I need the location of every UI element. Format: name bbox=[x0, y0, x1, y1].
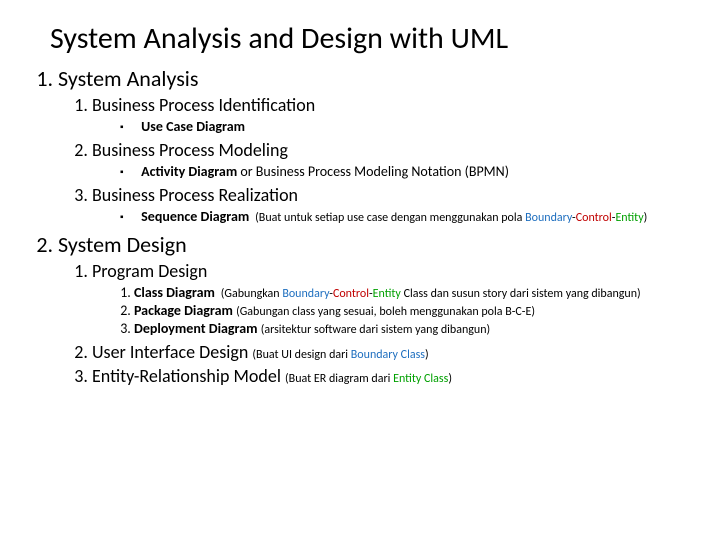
section-system-analysis: System Analysis Business Process Identif… bbox=[58, 65, 690, 225]
paren-pre: (Buat UI design dari bbox=[252, 348, 350, 362]
bce-control: Control bbox=[333, 287, 369, 301]
bullet-activity: Activity Diagram or Business Process Mod… bbox=[120, 163, 690, 180]
bullet-strong: Use Case Diagram bbox=[141, 118, 245, 135]
paren-pre: (Buat untuk setiap use case dengan mengg… bbox=[255, 211, 525, 225]
item-er-model: Entity-Relationship Model (Buat ER diagr… bbox=[92, 365, 690, 387]
bpi-bullets: Use Case Diagram bbox=[92, 118, 690, 135]
paren-post: Class dan susun story dari sistem yang d… bbox=[401, 287, 641, 301]
bpm-bullets: Activity Diagram or Business Process Mod… bbox=[92, 163, 690, 180]
pd-strong: Package Diagram bbox=[134, 302, 233, 319]
design-items: Program Design Class Diagram (Gabungkan … bbox=[58, 260, 690, 387]
bullet-rest: or Business Process Modeling Notation (B… bbox=[237, 163, 509, 180]
inline-link: Entity Class bbox=[393, 372, 448, 386]
paren-pre: (Buat ER diagram dari bbox=[285, 372, 393, 386]
bullet-paren: (Buat untuk setiap use case dengan mengg… bbox=[252, 211, 647, 225]
bce-entity: Entity bbox=[615, 211, 643, 225]
item-bpm: Business Process Modeling Activity Diagr… bbox=[92, 139, 690, 180]
bce-entity: Entity bbox=[373, 287, 401, 301]
inline-paren: (Buat UI design dari Boundary Class) bbox=[252, 348, 428, 362]
pd-paren: (Gabungan class yang sesuai, boleh mengg… bbox=[236, 305, 535, 319]
section-label: System Design bbox=[58, 231, 187, 258]
pd-strong: Deployment Diagram bbox=[134, 320, 258, 337]
item-label: User Interface Design bbox=[92, 341, 248, 363]
bce-boundary: Boundary bbox=[525, 211, 572, 225]
analysis-items: Business Process Identification Use Case… bbox=[58, 94, 690, 225]
bullet-usecase: Use Case Diagram bbox=[120, 118, 690, 135]
bullet-sequence: Sequence Diagram (Buat untuk setiap use … bbox=[120, 208, 690, 225]
item-ui-design: User Interface Design (Buat UI design da… bbox=[92, 341, 690, 363]
item-label: Entity-Relationship Model bbox=[92, 365, 281, 387]
bce-control: Control bbox=[576, 211, 612, 225]
pd-package-diagram: Package Diagram (Gabungan class yang ses… bbox=[134, 302, 690, 319]
paren-post: ) bbox=[425, 348, 429, 362]
section-system-design: System Design Program Design Class Diagr… bbox=[58, 231, 690, 387]
item-label: Program Design bbox=[92, 260, 207, 282]
program-design-list: Class Diagram (Gabungkan Boundary-Contro… bbox=[92, 284, 690, 337]
inline-link: Boundary Class bbox=[351, 348, 425, 362]
item-bpi: Business Process Identification Use Case… bbox=[92, 94, 690, 135]
bpr-bullets: Sequence Diagram (Buat untuk setiap use … bbox=[92, 208, 690, 225]
paren-pre: (Gabungkan bbox=[221, 287, 283, 301]
item-bpr: Business Process Realization Sequence Di… bbox=[92, 184, 690, 225]
pd-strong: Class Diagram bbox=[134, 284, 215, 301]
pd-deployment-diagram: Deployment Diagram (arsitektur software … bbox=[134, 320, 690, 337]
page-title: System Analysis and Design with UML bbox=[50, 20, 690, 57]
item-label: Business Process Identification bbox=[92, 94, 315, 116]
section-label: System Analysis bbox=[58, 65, 198, 92]
paren-post: ) bbox=[644, 211, 648, 225]
pd-paren: (arsitektur software dari sistem yang di… bbox=[261, 323, 490, 337]
item-label: Business Process Modeling bbox=[92, 139, 288, 161]
top-list: System Analysis Business Process Identif… bbox=[30, 65, 690, 387]
paren-post: ) bbox=[448, 372, 452, 386]
pd-paren: (Gabungkan Boundary-Control-Entity Class… bbox=[218, 287, 641, 301]
bullet-strong: Sequence Diagram bbox=[141, 208, 249, 225]
item-label: Business Process Realization bbox=[92, 184, 298, 206]
pd-class-diagram: Class Diagram (Gabungkan Boundary-Contro… bbox=[134, 284, 690, 301]
item-program-design: Program Design Class Diagram (Gabungkan … bbox=[92, 260, 690, 337]
bullet-strong: Activity Diagram bbox=[141, 163, 237, 180]
bce-boundary: Boundary bbox=[282, 287, 329, 301]
inline-paren: (Buat ER diagram dari Entity Class) bbox=[285, 372, 452, 386]
